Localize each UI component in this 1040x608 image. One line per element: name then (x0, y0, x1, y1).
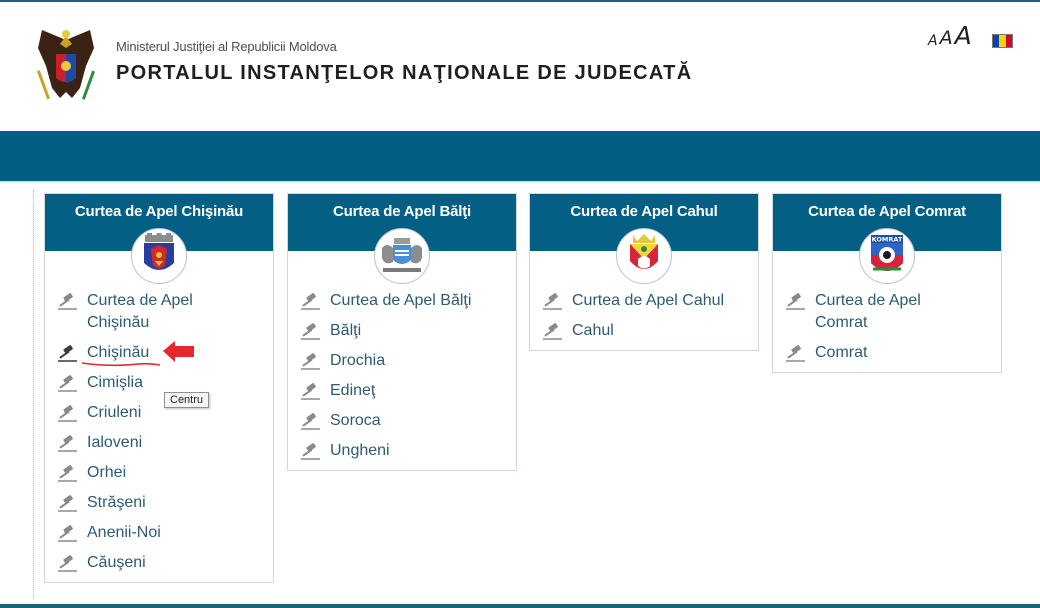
gavel-icon (57, 525, 79, 543)
court-label: Soroca (330, 412, 381, 429)
court-label: Curtea de Apel Chişinău (87, 292, 193, 331)
tooltip: Centru (164, 392, 210, 408)
font-size-small-button[interactable]: A (928, 34, 938, 48)
court-label: Străşeni (87, 494, 146, 511)
gavel-icon (785, 345, 807, 363)
gavel-icon (57, 495, 79, 513)
court-item-cimislia[interactable]: Cimişlia (45, 372, 273, 394)
ministry-name: Ministerul Justiţiei al Republicii Moldo… (116, 39, 337, 54)
dotted-separator (33, 190, 34, 600)
moldova-coat-of-arms-icon[interactable] (36, 26, 96, 108)
gavel-icon (300, 293, 322, 311)
court-label: Căuşeni (87, 554, 146, 571)
court-label: Bălţi (330, 322, 362, 339)
font-size-large-button[interactable]: A (955, 23, 972, 48)
moldova-flag-icon[interactable] (992, 34, 1013, 48)
court-item-edinet[interactable]: Edineţ (288, 380, 516, 402)
flag-stripe-red (1005, 35, 1012, 47)
court-item-curtea-de-apel-comrat[interactable]: Curtea de Apel Comrat (773, 290, 1001, 334)
court-item-curtea-de-apel-chisinau[interactable]: Curtea de Apel Chişinău (45, 290, 273, 334)
court-item-causeni[interactable]: Căuşeni (45, 552, 273, 574)
gavel-icon (57, 293, 79, 311)
main-navigation-bar (0, 131, 1040, 181)
court-item-comrat[interactable]: Comrat (773, 342, 1001, 364)
gavel-icon (300, 443, 322, 461)
gavel-icon (785, 293, 807, 311)
gavel-icon (542, 323, 564, 341)
panel-curtea-apel-chisinau: Curtea de Apel Chişinău Curtea de Apel C… (44, 193, 274, 583)
court-label: Orhei (87, 464, 127, 481)
gavel-icon (300, 323, 322, 341)
font-size-controls: A A A (928, 18, 972, 48)
court-item-ialoveni[interactable]: Ialoveni (45, 432, 273, 454)
court-list: Curtea de Apel Chişinău Chişinău Cimişli… (45, 251, 273, 574)
court-item-curtea-de-apel-balti[interactable]: Curtea de Apel Bălţi (288, 290, 516, 312)
chisinau-coat-of-arms-icon (131, 228, 187, 284)
gavel-icon (57, 375, 79, 393)
court-item-anenii-noi[interactable]: Anenii-Noi (45, 522, 273, 544)
court-item-straseni[interactable]: Străşeni (45, 492, 273, 514)
gavel-icon (57, 345, 79, 363)
panel-curtea-apel-comrat: Curtea de Apel Comrat KOMRAT Curtea de A… (772, 193, 1002, 373)
balti-coat-of-arms-icon (374, 228, 430, 284)
court-label: Drochia (330, 352, 386, 369)
court-label: Ialoveni (87, 434, 143, 451)
court-item-cahul[interactable]: Cahul (530, 320, 758, 342)
gavel-icon (300, 383, 322, 401)
gavel-icon (57, 555, 79, 573)
court-label: Cimişlia (87, 374, 143, 391)
court-item-criuleni[interactable]: Criuleni (45, 402, 273, 424)
court-item-orhei[interactable]: Orhei (45, 462, 273, 484)
court-label: Curtea de Apel Bălţi (330, 292, 472, 309)
court-label: Edineţ (330, 382, 376, 399)
court-label: Cahul (572, 322, 614, 339)
gavel-icon (300, 353, 322, 371)
court-item-soroca[interactable]: Soroca (288, 410, 516, 432)
panel-curtea-apel-balti: Curtea de Apel Bălţi Curtea de Apel Bălţ… (287, 193, 517, 471)
main-content: Curtea de Apel Chişinău Curtea de Apel C… (0, 184, 1040, 604)
gavel-icon (300, 413, 322, 431)
comrat-coat-of-arms-icon: KOMRAT (859, 228, 915, 284)
court-label: Curtea de Apel Comrat (815, 292, 921, 331)
bottom-border (0, 604, 1040, 608)
font-size-medium-button[interactable]: A (940, 29, 953, 48)
gavel-icon (57, 405, 79, 423)
court-label: Curtea de Apel Cahul (572, 292, 725, 309)
gavel-icon (57, 435, 79, 453)
court-item-ungheni[interactable]: Ungheni (288, 440, 516, 462)
panel-curtea-apel-cahul: Curtea de Apel Cahul Curtea de Apel Cahu… (529, 193, 759, 351)
court-label: Comrat (815, 344, 868, 361)
court-item-drochia[interactable]: Drochia (288, 350, 516, 372)
site-header: Ministerul Justiţiei al Republicii Moldo… (0, 2, 1040, 131)
gavel-icon (57, 465, 79, 483)
gavel-icon (542, 293, 564, 311)
court-label: Anenii-Noi (87, 524, 161, 541)
portal-title: PORTALUL INSTANŢELOR NAŢIONALE DE JUDECA… (116, 62, 693, 84)
red-arrow-icon (81, 341, 194, 367)
court-item-curtea-de-apel-cahul[interactable]: Curtea de Apel Cahul (530, 290, 758, 312)
court-item-balti[interactable]: Bălţi (288, 320, 516, 342)
cahul-coat-of-arms-icon (616, 228, 672, 284)
court-label: Ungheni (330, 442, 390, 459)
emblem-text: KOMRAT (872, 236, 903, 244)
